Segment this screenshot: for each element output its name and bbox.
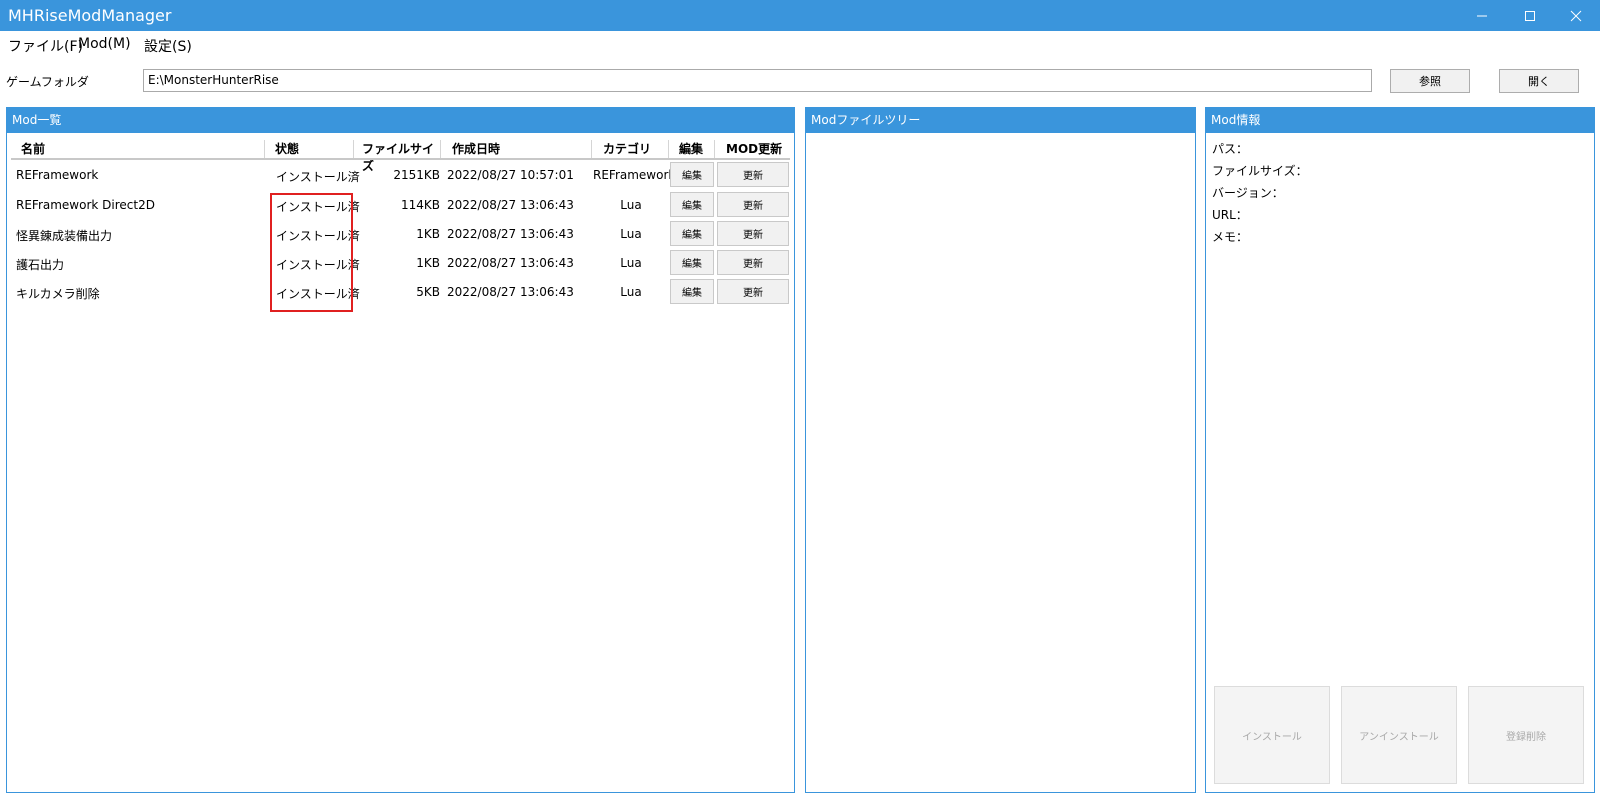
mod-date: 2022/08/27 10:57:01	[447, 168, 574, 182]
mod-date: 2022/08/27 13:06:43	[447, 227, 574, 241]
title-bar: MHRiseModManager	[0, 0, 1600, 31]
col-header-edit[interactable]: 編集	[669, 140, 715, 158]
minimize-button[interactable]	[1460, 0, 1504, 31]
open-button[interactable]: 開く	[1499, 69, 1579, 93]
update-button[interactable]: 更新	[717, 192, 789, 217]
mod-size: 1KB	[416, 256, 440, 270]
edit-button[interactable]: 編集	[670, 250, 714, 275]
header-divider	[11, 158, 790, 160]
path-label: パス：	[1212, 142, 1249, 156]
maximize-button[interactable]	[1508, 0, 1552, 31]
close-icon	[1570, 10, 1582, 21]
col-header-category[interactable]: カテゴリ	[592, 140, 669, 158]
install-button[interactable]: インストール	[1214, 686, 1330, 784]
mod-size: 114KB	[400, 198, 440, 212]
mod-info-title: Mod情報	[1206, 108, 1594, 133]
status-highlight-box	[270, 193, 353, 312]
mod-name: REFramework	[16, 168, 99, 182]
mod-category: Lua	[620, 256, 642, 270]
maximize-icon	[1525, 10, 1535, 21]
col-header-update[interactable]: MOD更新	[715, 140, 790, 158]
update-button[interactable]: 更新	[717, 279, 789, 304]
memo-label: メモ：	[1212, 230, 1249, 244]
url-label: URL：	[1212, 208, 1248, 222]
close-button[interactable]	[1554, 0, 1598, 31]
file-size-label: ファイルサイズ：	[1212, 164, 1308, 178]
update-button[interactable]: 更新	[717, 221, 789, 246]
update-button[interactable]: 更新	[717, 162, 789, 187]
mod-name: 怪異錬成装備出力	[16, 229, 113, 243]
menu-mod[interactable]: Mod(M)	[78, 36, 131, 52]
file-tree-title: Modファイルツリー	[806, 108, 1195, 133]
edit-button[interactable]: 編集	[670, 162, 714, 187]
mod-size: 1KB	[416, 227, 440, 241]
mod-status: インストール済	[276, 170, 360, 184]
mod-name: REFramework Direct2D	[16, 198, 155, 212]
game-folder-input[interactable]: E:\MonsterHunterRise	[143, 69, 1372, 92]
mod-category: Lua	[620, 198, 642, 212]
mod-date: 2022/08/27 13:06:43	[447, 198, 574, 212]
mod-category: REFramework	[593, 168, 676, 182]
mod-category: Lua	[620, 227, 642, 241]
mod-date: 2022/08/27 13:06:43	[447, 285, 574, 299]
mod-name: 護石出力	[16, 258, 65, 272]
menu-file[interactable]: ファイル(F)	[8, 36, 83, 56]
menu-bar: ファイル(F) Mod(M) 設定(S)	[0, 33, 1600, 59]
file-tree-panel: Modファイルツリー	[805, 107, 1196, 793]
minimize-icon	[1477, 15, 1487, 16]
col-header-name[interactable]: 名前	[11, 140, 265, 158]
uninstall-button[interactable]: アンインストール	[1341, 686, 1457, 784]
edit-button[interactable]: 編集	[670, 192, 714, 217]
menu-settings[interactable]: 設定(S)	[144, 36, 192, 56]
mod-list-title: Mod一覧	[7, 108, 794, 133]
col-header-status[interactable]: 状態	[265, 140, 354, 158]
mod-size: 5KB	[416, 285, 440, 299]
mod-name: キルカメラ削除	[16, 287, 100, 301]
window-title: MHRiseModManager	[8, 6, 172, 25]
edit-button[interactable]: 編集	[670, 279, 714, 304]
browse-button[interactable]: 参照	[1390, 69, 1470, 93]
unregister-button[interactable]: 登録削除	[1468, 686, 1584, 784]
mod-date: 2022/08/27 13:06:43	[447, 256, 574, 270]
mod-category: Lua	[620, 285, 642, 299]
col-header-date[interactable]: 作成日時	[441, 140, 592, 158]
edit-button[interactable]: 編集	[670, 221, 714, 246]
game-folder-label: ゲームフォルダ	[6, 75, 89, 89]
col-header-size[interactable]: ファイルサイズ	[354, 140, 441, 173]
version-label: バージョン：	[1212, 186, 1284, 200]
update-button[interactable]: 更新	[717, 250, 789, 275]
mod-size: 2151KB	[393, 168, 440, 182]
